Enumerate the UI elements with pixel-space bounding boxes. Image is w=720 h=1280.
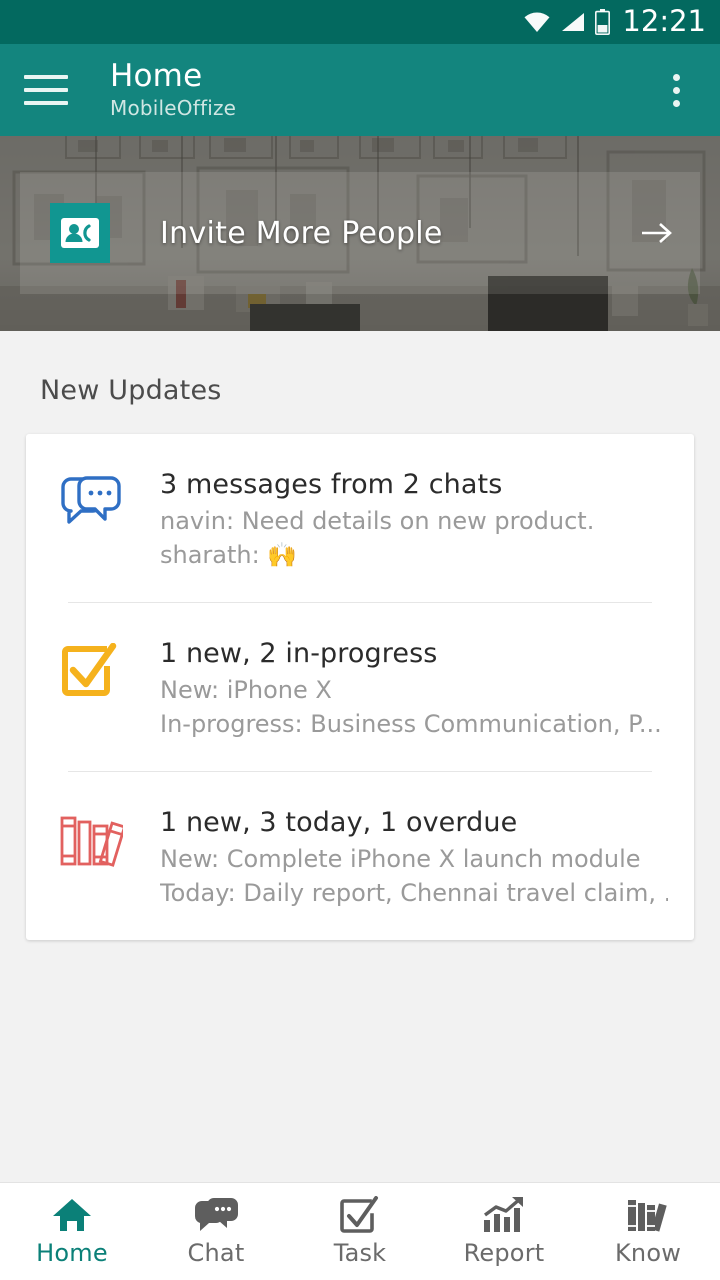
- status-bar-clock: 12:21: [622, 3, 706, 38]
- hero-banner: Invite More People: [0, 136, 720, 331]
- update-row-know[interactable]: 1 new, 3 today, 1 overdue New: Complete …: [26, 772, 694, 940]
- app-bar: Home MobileOffize: [0, 44, 720, 136]
- update-text-know: 1 new, 3 today, 1 overdue New: Complete …: [130, 806, 668, 908]
- invite-more-people-label: Invite More People: [160, 215, 443, 251]
- update-title: 1 new, 3 today, 1 overdue: [160, 807, 518, 838]
- home-icon: [53, 1199, 91, 1231]
- new-updates-card: 3 messages from 2 chats navin: Need deta…: [26, 434, 694, 940]
- page-subtitle: MobileOffize: [110, 96, 237, 120]
- section-title-new-updates: New Updates: [40, 375, 222, 406]
- update-title: 3 messages from 2 chats: [160, 469, 503, 500]
- update-title: 1 new, 2 in-progress: [160, 638, 438, 669]
- nav-label: Home: [36, 1239, 108, 1267]
- update-text-task: 1 new, 2 in-progress New: iPhone X In-pr…: [130, 637, 668, 739]
- update-row-task[interactable]: 1 new, 2 in-progress New: iPhone X In-pr…: [26, 603, 694, 771]
- app-screen: 12:21 Home MobileOffize Invite More Peop…: [0, 0, 720, 1280]
- update-line-2: sharath: 🙌: [160, 541, 298, 569]
- overflow-menu-icon[interactable]: [654, 64, 698, 116]
- nav-label: Chat: [187, 1239, 245, 1267]
- nav-label: Report: [463, 1239, 545, 1267]
- update-line-1: navin: Need details on new product.: [160, 507, 595, 535]
- report-chart-icon: [484, 1197, 523, 1232]
- books-icon: [628, 1200, 667, 1232]
- update-line-1: New: Complete iPhone X launch module: [160, 845, 641, 873]
- arrow-right-icon[interactable]: [640, 219, 674, 247]
- cellular-signal-icon: [562, 13, 585, 31]
- update-line-2: Today: Daily report, Chennai travel clai…: [160, 879, 668, 907]
- invite-more-people-card[interactable]: Invite More People: [20, 172, 700, 294]
- update-text-chat: 3 messages from 2 chats navin: Need deta…: [130, 468, 668, 570]
- status-bar: 12:21: [0, 0, 720, 44]
- nav-item-chat[interactable]: Chat: [144, 1196, 288, 1267]
- bottom-navigation-bar: Home Chat Task Report Know: [0, 1182, 720, 1280]
- contact-card-icon: [50, 203, 110, 263]
- update-line-1: New: iPhone X: [160, 676, 332, 704]
- nav-label: Task: [333, 1239, 387, 1267]
- main-content: New Updates 3 messages from 2 chats navi…: [0, 331, 720, 1182]
- chat-icon: [194, 1198, 238, 1231]
- update-row-chat[interactable]: 3 messages from 2 chats navin: Need deta…: [26, 434, 694, 602]
- update-line-2: In-progress: Business Communication, P..…: [160, 710, 662, 738]
- nav-label: Know: [614, 1239, 682, 1267]
- chat-bubbles-icon: [52, 468, 130, 532]
- wifi-icon: [524, 12, 550, 32]
- nav-item-task[interactable]: Task: [288, 1196, 432, 1267]
- nav-item-report[interactable]: Report: [432, 1196, 576, 1267]
- task-icon: [340, 1196, 378, 1233]
- books-icon: [52, 806, 130, 870]
- hamburger-menu-icon[interactable]: [24, 64, 76, 116]
- nav-item-home[interactable]: Home: [0, 1196, 144, 1267]
- nav-item-know[interactable]: Know: [576, 1196, 720, 1267]
- task-checkbox-icon: [52, 637, 130, 701]
- battery-icon: [595, 9, 611, 35]
- page-title: Home: [110, 58, 203, 94]
- app-bar-titles: Home MobileOffize: [110, 59, 236, 121]
